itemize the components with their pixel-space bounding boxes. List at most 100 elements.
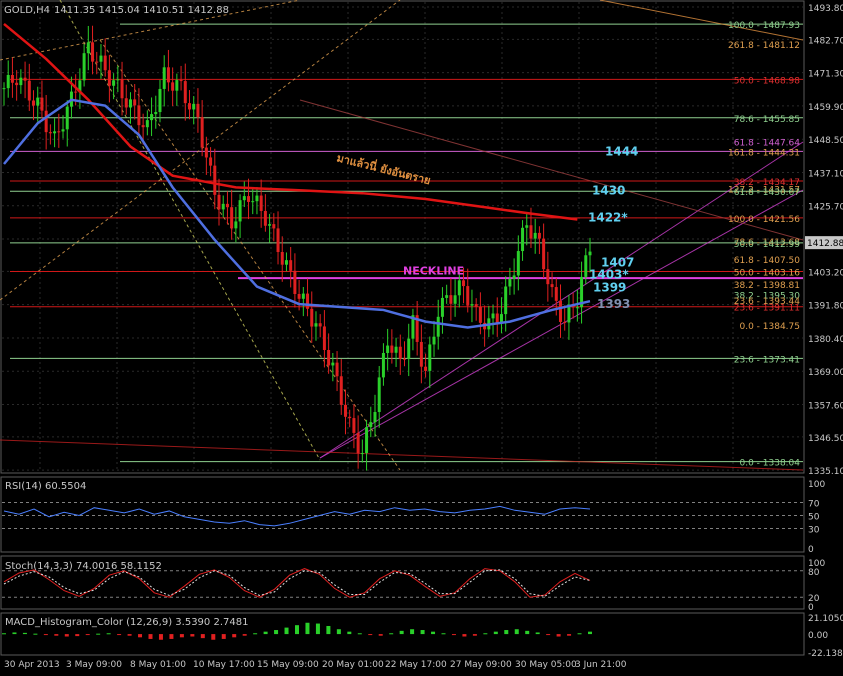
- macd-bar: [431, 631, 436, 635]
- candle-body: [508, 278, 512, 287]
- candle-body: [331, 362, 335, 366]
- stoch-title: Stoch(14,3,3) 74.0016 58.1152: [5, 561, 162, 572]
- candle-body: [74, 91, 78, 93]
- candle-body: [529, 225, 533, 239]
- fib-label: 50.0 - 1403.16: [734, 269, 800, 279]
- candle-body: [154, 112, 158, 115]
- candle-body: [335, 362, 339, 377]
- macd-bar: [462, 634, 467, 637]
- macd-bar: [22, 632, 27, 635]
- macd-bar: [64, 634, 69, 637]
- candle-body: [116, 79, 120, 81]
- candle-body: [394, 346, 398, 353]
- macd-bar: [242, 634, 247, 636]
- x-axis-label: 20 May 01:00: [322, 660, 384, 670]
- macd-bar: [274, 630, 279, 635]
- candle-body: [318, 323, 322, 327]
- candle-body: [217, 194, 221, 210]
- price-axis-label: 1335.10: [808, 467, 843, 477]
- candle-body: [525, 225, 529, 228]
- x-axis-label: 15 May 09:00: [257, 660, 319, 670]
- price-axis-label: 1403.20: [808, 268, 843, 278]
- candle-body: [61, 129, 65, 132]
- macd-bar: [357, 633, 362, 635]
- macd-bar: [441, 633, 446, 635]
- candle-body: [213, 165, 217, 195]
- macd-bar: [295, 625, 299, 635]
- candle-body: [209, 157, 213, 166]
- candle-body: [360, 453, 364, 455]
- candle-body: [221, 203, 225, 210]
- candle-body: [314, 323, 318, 327]
- macd-bar: [211, 634, 216, 640]
- candle-body: [546, 269, 550, 285]
- candle-body: [162, 67, 166, 89]
- macd-bar: [148, 634, 153, 639]
- candle-body: [432, 336, 436, 345]
- candle-body: [200, 117, 204, 148]
- x-axis-label: 30 Apr 2013: [4, 660, 60, 670]
- ohlc-label: 1411.35 1415.04 1410.51 1412.88: [54, 5, 229, 16]
- macd-bar: [169, 634, 174, 639]
- candle-body: [289, 260, 293, 271]
- candle-body: [120, 79, 124, 99]
- candle-body: [495, 313, 499, 323]
- candle-body: [284, 260, 288, 265]
- price-axis-label: 1425.70: [808, 203, 843, 213]
- macd-bar: [305, 622, 310, 635]
- candle-body: [554, 287, 558, 301]
- fib-label: 161.8 - 1444.31: [728, 148, 800, 158]
- stoch-axis-label: 80: [808, 568, 820, 578]
- rsi-axis-label: 30: [808, 526, 820, 536]
- macd-bar: [179, 634, 184, 638]
- macd-bar: [378, 634, 383, 636]
- candle-body: [377, 377, 381, 413]
- macd-title: MACD_Histogram_Color (12,26,9) 3.5390 2.…: [5, 617, 248, 628]
- candle-body: [537, 232, 541, 239]
- price-axis-label: 1357.60: [808, 401, 843, 411]
- macd-bar: [33, 633, 38, 635]
- macd-axis-label: 0.00: [808, 631, 828, 641]
- chart-window: 100.0 - 1487.93 261.8 - 1481.12 50.0 - 146…: [0, 0, 843, 672]
- price-axis-label: 1471.30: [808, 70, 843, 80]
- candle-body: [449, 295, 453, 304]
- macd-bar: [138, 634, 143, 638]
- candle-body: [403, 358, 407, 360]
- macd-bar: [54, 634, 59, 636]
- candle-body: [390, 345, 394, 353]
- x-axis-label: 3 May 09:00: [66, 660, 122, 670]
- candle-body: [424, 366, 428, 371]
- macd-bar: [158, 634, 163, 640]
- candle-body: [462, 280, 466, 287]
- candle-body: [175, 80, 179, 91]
- candle-body: [196, 103, 200, 118]
- fib-label: 38.2 - 1398.81: [734, 281, 800, 291]
- candle-body: [57, 131, 61, 133]
- price-axis-label: 1380.40: [808, 335, 843, 345]
- candle-body: [419, 341, 423, 367]
- price-axis-label: 1482.70: [808, 36, 843, 46]
- price-axis-label: 1346.50: [808, 434, 843, 444]
- candle-body: [398, 346, 402, 359]
- candle-body: [588, 251, 592, 256]
- candle-body: [91, 42, 95, 62]
- candle-body: [82, 53, 86, 81]
- fib-label: 261.8 - 1481.12: [728, 41, 800, 51]
- x-axis-label: 3 Jun 21:00: [575, 660, 627, 670]
- candle-body: [327, 349, 331, 366]
- candle-body: [369, 422, 373, 428]
- macd-bar: [504, 630, 509, 635]
- macd-axis-label: -22.1382: [808, 649, 843, 659]
- candle-body: [445, 295, 449, 298]
- candle-body: [86, 42, 90, 54]
- macd-bar: [399, 630, 404, 635]
- candle-body: [504, 286, 508, 315]
- candle-body: [19, 77, 23, 86]
- candle-body: [428, 344, 432, 371]
- candle-body: [491, 313, 495, 319]
- fib-label: 61.8 - 1447.64: [734, 139, 800, 149]
- chart-svg: 100.0 - 1487.93 261.8 - 1481.12 50.0 - 146…: [0, 0, 843, 672]
- macd-axis-label: 21.1050: [808, 614, 843, 624]
- candle-body: [10, 74, 14, 83]
- candle-body: [306, 293, 310, 309]
